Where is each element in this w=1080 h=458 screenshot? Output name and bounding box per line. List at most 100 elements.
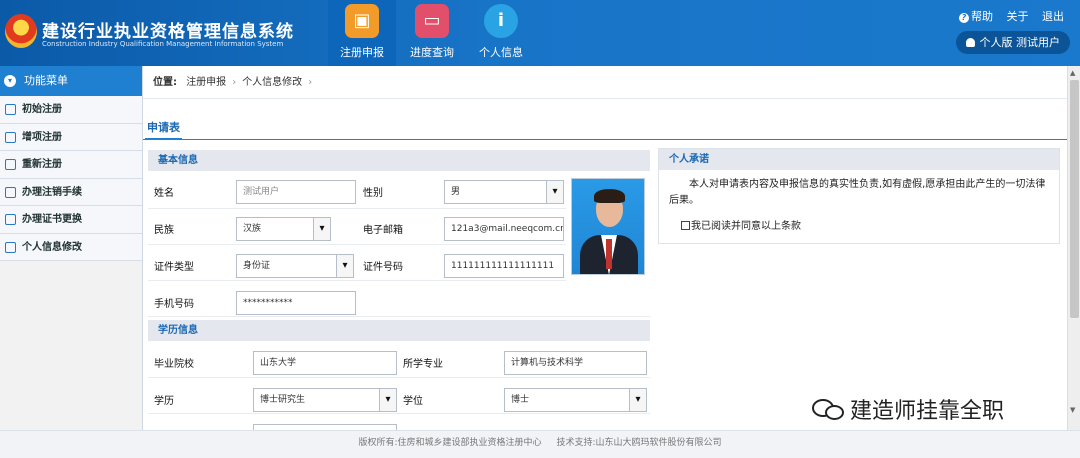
gender-label: 性别 <box>363 188 383 199</box>
gender-value: 男 <box>451 187 461 197</box>
degree-level-value: 博士研究生 <box>260 395 306 405</box>
sidebar-item-label: 办理注销手续 <box>22 186 82 198</box>
form-tab-bar: 申请表 <box>143 114 1067 140</box>
sidebar-item-label: 初始注册 <box>22 104 62 115</box>
email-field[interactable]: 121a3@mail.neeqcom.cn <box>444 217 564 241</box>
sidebar-title: 功能菜单 <box>24 74 68 87</box>
personal-pledge-panel: 个人承诺 本人对申请表内容及申报信息的真实性负责,如有虚假,愿承担由此产生的一切… <box>658 148 1060 244</box>
help-icon: ? <box>959 13 969 23</box>
id-type-label: 证件类型 <box>154 262 194 273</box>
ethnicity-select[interactable]: 汉族 ▾ <box>236 217 331 241</box>
id-type-value: 身份证 <box>243 261 271 271</box>
pledge-heading: 个人承诺 <box>659 149 1059 170</box>
school-field[interactable]: 山东大学 <box>253 351 397 375</box>
breadcrumb-item[interactable]: 注册申报 <box>186 77 226 88</box>
info-icon: i <box>484 4 518 38</box>
id-type-select[interactable]: 身份证 ▾ <box>236 254 354 278</box>
help-label: 帮助 <box>971 10 993 23</box>
calendar-icon <box>5 241 16 253</box>
register-icon: ▣ <box>345 4 379 38</box>
scroll-up-icon[interactable]: ▲ <box>1070 69 1075 77</box>
sidebar-header[interactable]: ▾ 功能菜单 <box>0 66 142 96</box>
chevron-down-icon: ▾ <box>336 255 353 277</box>
photo-hair <box>594 189 625 203</box>
section-education-heading: 学历信息 <box>148 320 650 341</box>
sidebar-item-cancellation[interactable]: 办理注销手续 <box>0 178 142 206</box>
email-label: 电子邮箱 <box>363 225 403 236</box>
gender-select[interactable]: 男 ▾ <box>444 180 564 204</box>
progress-monitor-icon: ▭ <box>415 4 449 38</box>
sidebar-item-label: 重新注册 <box>22 159 62 170</box>
nav-tab-personal-info[interactable]: i 个人信息 <box>467 0 535 66</box>
checkbox-icon[interactable] <box>681 221 690 230</box>
help-link[interactable]: ? 帮助 <box>959 10 993 23</box>
scrollbar-thumb[interactable] <box>1070 80 1079 318</box>
national-emblem-logo <box>5 14 37 48</box>
watermark-text: 建造师挂靠全职 <box>850 399 1005 424</box>
sidebar-item-label: 增项注册 <box>22 131 62 143</box>
nav-tab-register[interactable]: ▣ 注册申报 <box>328 0 396 66</box>
chevron-down-icon: ▾ <box>629 389 646 411</box>
vertical-scrollbar[interactable]: ▲ ▼ <box>1067 66 1080 430</box>
pledge-text: 本人对申请表内容及申报信息的真实性负责,如有虚假,愿承担由此产生的一切法律后果。 <box>669 179 1046 206</box>
nav-tab-label: 个人信息 <box>479 46 523 59</box>
logout-link[interactable]: 退出 <box>1042 10 1064 23</box>
breadcrumb: 位置: 注册申报 › 个人信息修改 › <box>143 66 1067 99</box>
form-row <box>148 281 650 317</box>
edit-icon <box>5 159 16 170</box>
nav-tab-label: 注册申报 <box>340 46 384 59</box>
nav-tab-progress[interactable]: ▭ 进度查询 <box>398 0 466 66</box>
sidebar-item-label: 办理证书更换 <box>22 214 82 225</box>
degree-level-label: 学历 <box>154 396 174 407</box>
phone-label: 手机号码 <box>154 299 194 310</box>
ethnicity-value: 汉族 <box>243 224 262 234</box>
user-edition: 个人版 <box>979 36 1013 49</box>
footer-copyright: 版权所有:住房和城乡建设部执业资格注册中心 <box>358 438 542 448</box>
user-name: 测试用户 <box>1016 36 1060 49</box>
about-link[interactable]: 关于 <box>1007 10 1029 23</box>
breadcrumb-prefix: 位置: <box>153 77 177 88</box>
scroll-down-icon[interactable]: ▼ <box>1070 406 1075 414</box>
sidebar: ▾ 功能菜单 初始注册 增项注册 重新注册 办理注销手续 办理证书更换 个人信息… <box>0 66 143 430</box>
system-subtitle: Construction Industry Qualification Mana… <box>42 40 284 48</box>
section-basic-info-heading: 基本信息 <box>148 150 650 171</box>
breadcrumb-item[interactable]: 个人信息修改 <box>242 77 302 88</box>
agree-checkbox[interactable]: 我已阅读并同意以上条款 <box>681 217 801 232</box>
chevron-down-icon: ▾ <box>546 181 563 203</box>
sidebar-item-certificate-replacement[interactable]: 办理证书更换 <box>0 206 142 234</box>
tab-application-form[interactable]: 申请表 <box>145 118 182 140</box>
agree-label: 我已阅读并同意以上条款 <box>691 221 801 232</box>
system-title: 建设行业执业资格管理信息系统 <box>42 22 294 42</box>
name-input[interactable]: 测试用户 <box>236 180 356 204</box>
nav-tab-label: 进度查询 <box>410 46 454 59</box>
degree-level-select[interactable]: 博士研究生 ▾ <box>253 388 397 412</box>
major-field[interactable]: 计算机与技术科学 <box>504 351 647 375</box>
wechat-icon <box>812 399 846 421</box>
degree-label: 学位 <box>403 396 423 407</box>
user-badge[interactable]: 个人版 测试用户 <box>955 31 1070 54</box>
main-content: 位置: 注册申报 › 个人信息修改 › 申请表 基本信息 姓名 测试用户 性别 男 ▾ … <box>143 66 1067 430</box>
top-links: ? 帮助 关于 退出 <box>949 8 1064 24</box>
calendar-icon <box>5 186 16 198</box>
form-icon <box>5 104 16 115</box>
ethnicity-label: 民族 <box>154 225 174 236</box>
name-label: 姓名 <box>154 188 174 199</box>
degree-select[interactable]: 博士 ▾ <box>504 388 647 412</box>
phone-field[interactable]: *********** <box>236 291 356 315</box>
sidebar-item-label: 个人信息修改 <box>22 241 82 253</box>
sidebar-item-personal-info-edit[interactable]: 个人信息修改 <box>0 233 142 261</box>
footer-support: 技术支持:山东山大鸥玛软件股份有限公司 <box>556 438 722 448</box>
major-label: 所学专业 <box>403 359 443 370</box>
sidebar-item-initial-registration[interactable]: 初始注册 <box>0 96 142 124</box>
sidebar-item-additional-registration[interactable]: 增项注册 <box>0 123 142 151</box>
sidebar-item-re-registration[interactable]: 重新注册 <box>0 151 142 179</box>
chevron-down-icon: ▾ <box>379 389 396 411</box>
calendar-icon <box>5 214 16 225</box>
id-number-field[interactable]: 111111111111111111 <box>444 254 564 278</box>
footer: 版权所有:住房和城乡建设部执业资格注册中心 技术支持:山东山大鸥玛软件股份有限公… <box>0 430 1080 458</box>
user-icon <box>965 38 975 47</box>
chevron-down-icon: ▾ <box>313 218 330 240</box>
breadcrumb-separator: › <box>232 77 237 88</box>
chat-icon <box>5 131 16 143</box>
wechat-watermark: 建造师挂靠全职 <box>812 393 1004 425</box>
